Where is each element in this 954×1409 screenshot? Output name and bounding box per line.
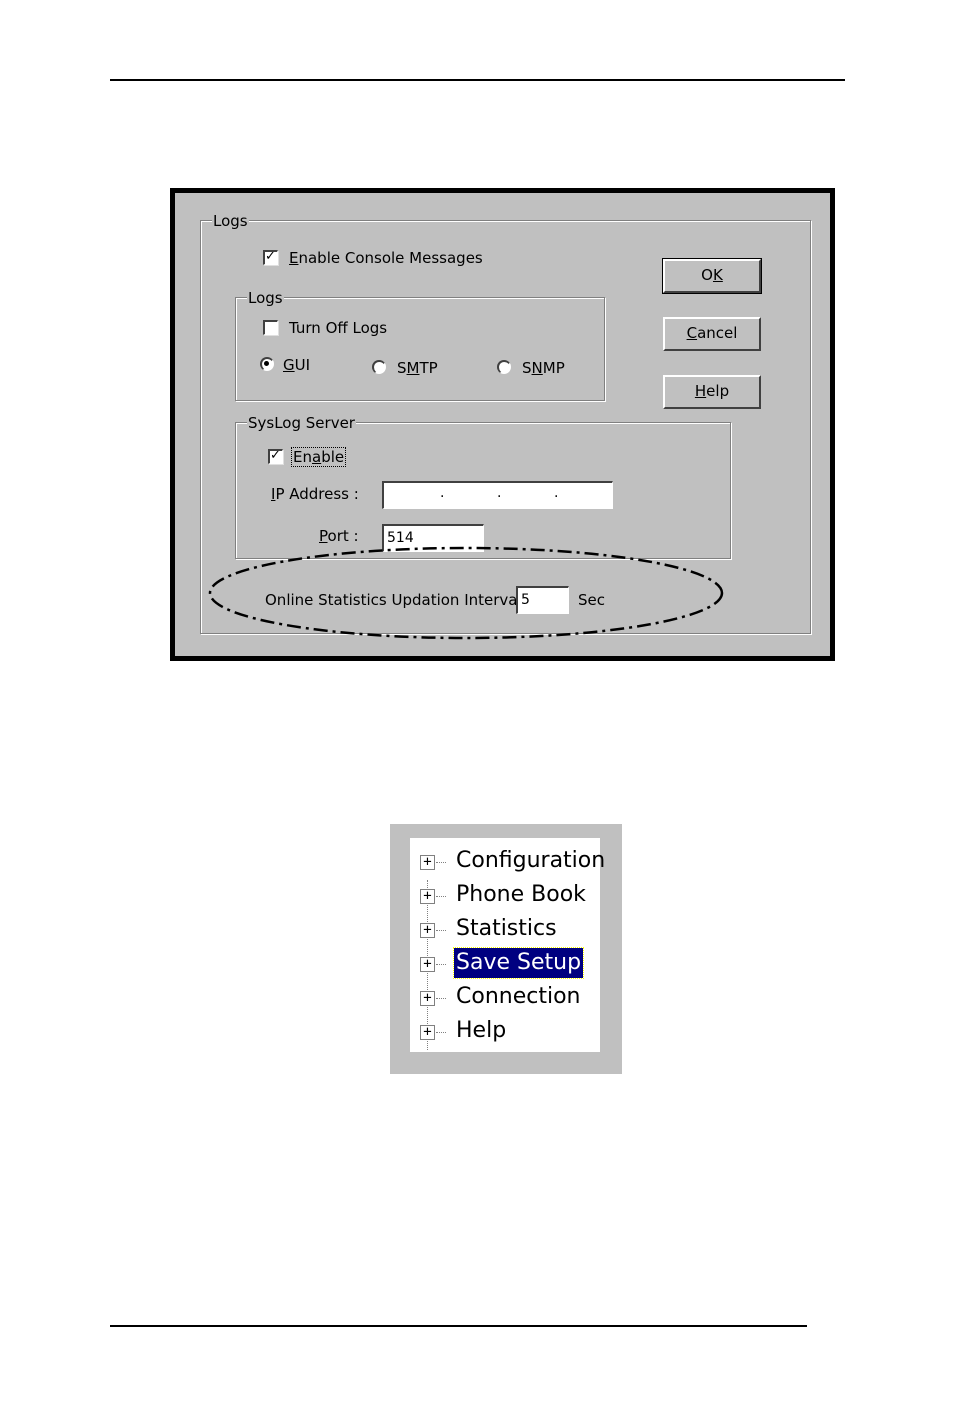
tree-item-label-selected: Save Setup <box>452 947 585 979</box>
expand-plus-icon[interactable]: + <box>420 991 435 1006</box>
radio-snmp-label: SNMP <box>522 359 565 377</box>
enable-console-label: Enable Console Messages <box>289 249 483 267</box>
tree-item-label: Statistics <box>456 916 557 941</box>
checkmark-icon: ✓ <box>270 448 281 463</box>
tree-dots <box>436 998 446 999</box>
expand-plus-icon[interactable]: + <box>420 957 435 972</box>
tree-dots <box>436 1032 446 1033</box>
enable-console-checkbox[interactable]: ✓ <box>263 249 278 265</box>
expand-plus-icon[interactable]: + <box>420 923 435 938</box>
ok-button[interactable]: OK <box>662 258 762 294</box>
tree-dots <box>436 896 446 897</box>
bottom-rule <box>110 1325 807 1327</box>
tree-view: + Configuration + Phone Book + Statistic… <box>410 838 605 1052</box>
radio-selected-dot <box>264 361 269 366</box>
syslog-enable-label: Enable <box>290 447 347 467</box>
tree-dots <box>436 964 446 965</box>
expand-plus-icon[interactable]: + <box>420 1025 435 1040</box>
tree-panel: + Configuration + Phone Book + Statistic… <box>390 824 622 1074</box>
tree-item-label: Connection <box>456 984 581 1009</box>
logs-dialog: Logs ✓ Enable Console Messages Logs Turn… <box>170 188 835 661</box>
top-rule <box>110 79 845 81</box>
ip-dot-3: . <box>554 485 559 501</box>
expand-plus-icon[interactable]: + <box>420 855 435 870</box>
tree-item-label: Phone Book <box>456 882 586 907</box>
tree-item-label: Help <box>456 1018 507 1043</box>
expand-plus-icon[interactable]: + <box>420 889 435 904</box>
logs-inner-group-title: Logs <box>247 289 284 307</box>
syslog-enable-checkbox[interactable]: ✓ <box>268 448 283 464</box>
tree-dots <box>436 930 446 931</box>
radio-snmp[interactable] <box>497 360 511 374</box>
radio-gui[interactable] <box>260 357 274 371</box>
help-button[interactable]: Help <box>663 375 761 409</box>
logs-inner-groupbox <box>235 297 605 401</box>
highlight-ellipse <box>208 546 724 640</box>
ip-address-label: IP Address : <box>271 485 359 503</box>
cancel-button[interactable]: Cancel <box>663 317 761 351</box>
tree-dots <box>436 862 446 863</box>
radio-smtp-label: SMTP <box>397 359 438 377</box>
tree-item-label: Configuration <box>456 848 606 873</box>
turn-off-logs-label: Turn Off Logs <box>289 319 388 337</box>
radio-smtp[interactable] <box>372 360 386 374</box>
checkmark-icon: ✓ <box>265 249 276 264</box>
ip-dot-1: . <box>440 485 445 501</box>
radio-gui-label: GUI <box>283 356 311 374</box>
logs-outer-group-title: Logs <box>212 212 249 230</box>
syslog-group-title: SysLog Server <box>247 414 356 432</box>
ip-dot-2: . <box>497 485 502 501</box>
turn-off-logs-checkbox[interactable] <box>263 320 278 335</box>
ip-address-input[interactable]: . . . <box>382 481 613 509</box>
